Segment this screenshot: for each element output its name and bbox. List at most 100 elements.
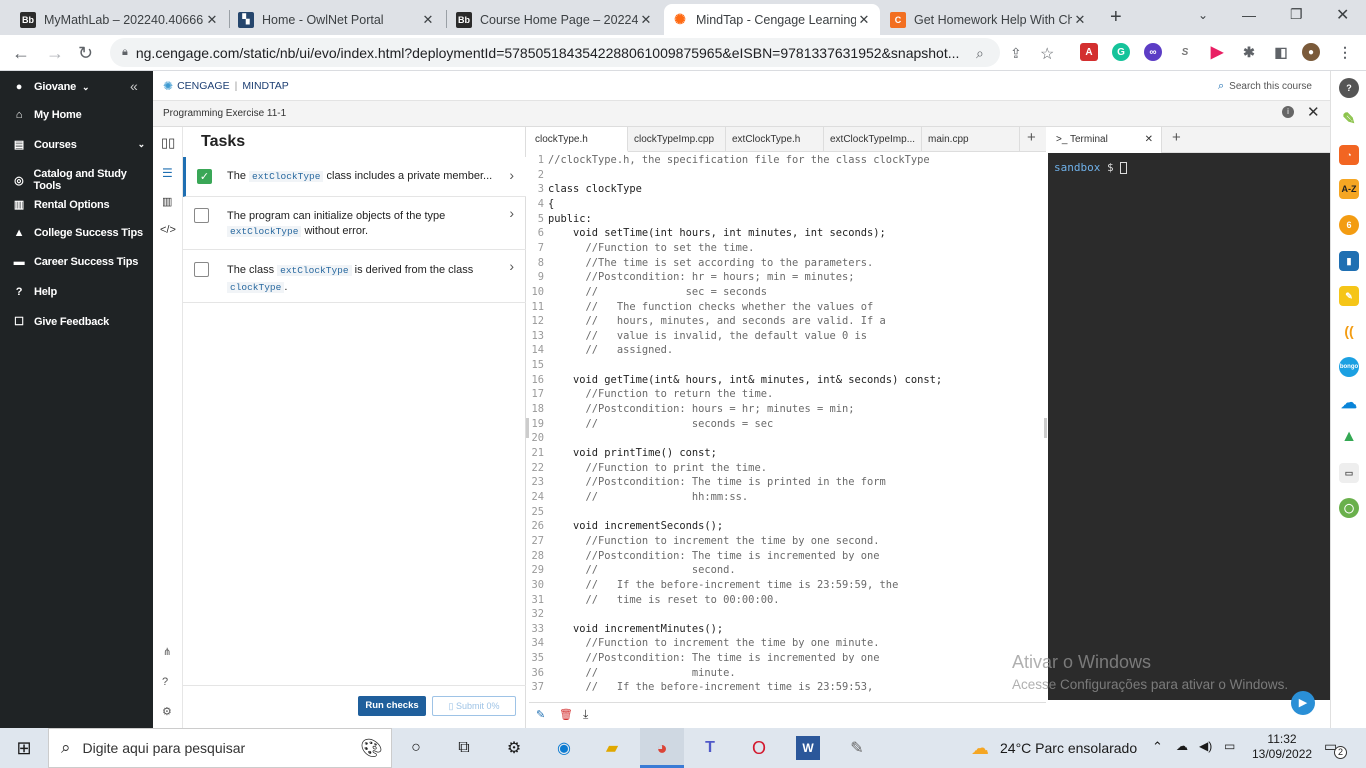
dictionary-app-icon[interactable]: A-Z [1339, 179, 1359, 199]
sidebar-item-courses[interactable]: ▤ Courses ⌄ [12, 138, 145, 152]
submit-button[interactable]: ▯ Submit 0% [432, 696, 516, 716]
user-menu[interactable]: ● Giovane ⌄ [12, 81, 90, 93]
system-clock[interactable]: 11:32 13/09/2022 [1252, 732, 1312, 762]
pencil-app-icon[interactable]: ✎ [1339, 109, 1359, 129]
google-drive-app-icon[interactable]: ▲ [1339, 427, 1359, 447]
browser-tab[interactable]: C Get Homework Help With Ch ✕ [882, 4, 1096, 35]
url-bar[interactable]: 🔒︎ ng.cengage.com/static/nb/ui/evo/index… [110, 38, 1000, 67]
browser-tab[interactable]: Bb Course Home Page – 202240 ✕ [448, 4, 662, 35]
chrome-icon[interactable]: ◕ [650, 736, 674, 760]
browser-tab-active[interactable]: ✺ MindTap - Cengage Learning ✕ [664, 4, 880, 35]
cortana-icon[interactable]: ○ [404, 736, 428, 760]
windows-start-icon[interactable]: ⊞ [12, 736, 36, 760]
bongo-app-icon[interactable]: bongo [1339, 357, 1359, 377]
run-checks-button[interactable]: Run checks [358, 696, 426, 716]
opera-icon[interactable]: O [747, 736, 771, 760]
new-terminal-icon[interactable]: + [1172, 129, 1181, 146]
zoom-icon[interactable]: ⌕ [976, 45, 984, 62]
collapse-sidebar-icon[interactable]: « [130, 78, 138, 94]
close-tab-icon[interactable]: ✕ [204, 12, 220, 28]
help-circle-icon[interactable]: ? [1339, 78, 1359, 98]
book-open-icon[interactable]: ▯▯ [161, 135, 175, 151]
audio-app-icon[interactable]: (( [1339, 321, 1359, 341]
add-file-icon[interactable]: + [1027, 129, 1036, 146]
course-search[interactable]: ⌕ Search this course [1218, 80, 1312, 93]
rss-app-icon[interactable]: ◔ [1339, 145, 1359, 165]
share-nodes-icon[interactable]: ⋔ [163, 647, 171, 658]
sidebar-item-career-tips[interactable]: ▬ Career Success Tips [12, 256, 139, 268]
grammarly-extension-icon[interactable]: G [1112, 43, 1130, 61]
browser-menu-icon[interactable]: ⋮ [1336, 43, 1354, 61]
task-list-icon[interactable]: ☰ [162, 166, 173, 180]
sidebar-item-rental[interactable]: ▥ Rental Options [12, 198, 110, 212]
side-panel-icon[interactable]: ◧ [1272, 43, 1290, 61]
info-icon[interactable]: i [1282, 106, 1294, 118]
reload-icon[interactable]: ↻ [78, 43, 93, 64]
close-terminal-icon[interactable]: ✕ [1145, 127, 1153, 153]
keyboard-icon[interactable]: ▭ [1224, 739, 1235, 753]
readspeaker-app-icon[interactable]: 6 [1339, 215, 1359, 235]
adobe-pdf-extension-icon[interactable]: A [1080, 43, 1098, 61]
edit-pencil-icon[interactable]: ✎ [536, 708, 545, 721]
share-icon[interactable]: ⇪ [1010, 45, 1022, 62]
notes-app-icon[interactable]: ✎ [1339, 286, 1359, 306]
task-checkbox[interactable] [194, 262, 209, 277]
task-item[interactable]: The program can initialize objects of th… [183, 197, 526, 250]
delete-trash-icon[interactable]: 🗑︎ [559, 708, 573, 721]
panel-resize-handle[interactable] [1044, 418, 1047, 438]
terminal-tab[interactable]: >_ Terminal ✕ [1048, 127, 1162, 153]
ebook-app-icon[interactable]: ▮ [1339, 251, 1359, 271]
sidebar-item-my-home[interactable]: ⌂ My Home [12, 109, 82, 121]
play-media-icon[interactable]: ▶ [1291, 691, 1315, 715]
weather-icon[interactable]: ☁ [968, 736, 992, 760]
close-window-icon[interactable]: ✕ [1336, 5, 1349, 25]
editor-tab[interactable]: extClockType.h [726, 127, 824, 152]
close-tab-icon[interactable]: ✕ [856, 12, 872, 28]
back-icon[interactable]: ← [12, 43, 30, 64]
task-view-icon[interactable]: ⧉ [452, 736, 476, 760]
code-icon[interactable]: </> [160, 224, 176, 236]
sidebar-item-feedback[interactable]: ☐ Give Feedback [12, 315, 109, 329]
weather-text[interactable]: 24°C Parc ensolarado [1000, 740, 1137, 756]
close-tab-icon[interactable]: ✕ [638, 12, 654, 28]
editor-tab[interactable]: main.cpp [922, 127, 1020, 152]
browser-tab[interactable]: ▚ Home - OwlNet Portal ✕ [230, 4, 444, 35]
browser-tab[interactable]: Bb MyMathLab – 202240.40666 ✕ [12, 4, 228, 35]
profile-avatar[interactable]: ● [1302, 43, 1320, 61]
volume-icon[interactable]: ◀) [1199, 739, 1212, 753]
tray-chevron-up-icon[interactable]: ⌃ [1152, 739, 1163, 755]
close-tab-icon[interactable]: ✕ [420, 12, 436, 28]
editor-tab-active[interactable]: clockType.h [529, 127, 628, 152]
minimize-icon[interactable]: — [1242, 7, 1256, 23]
s-extension-icon[interactable]: S [1176, 43, 1194, 61]
network-icon[interactable]: ☁ [1176, 739, 1188, 753]
editor-tab[interactable]: extClockTypeImp... [824, 127, 922, 152]
teams-icon[interactable]: T [698, 736, 722, 760]
taskbar-search[interactable]: ⌕ Digite aqui para pesquisar 🎨︎ [48, 728, 392, 768]
settings-gear-icon[interactable]: ⚙ [162, 705, 172, 718]
edge-browser-icon[interactable]: ◉ [552, 736, 576, 760]
code-editor[interactable]: 1 //clockType.h, the specification file f… [529, 152, 1046, 702]
settings-icon[interactable]: ⚙ [502, 736, 526, 760]
download-icon[interactable]: ⤓ [583, 707, 588, 722]
editor-tab[interactable]: clockTypeImp.cpp [628, 127, 726, 152]
task-checkbox[interactable] [194, 208, 209, 223]
task-item[interactable]: The class extClockType is derived from t… [183, 250, 526, 303]
chart-icon[interactable]: ▥ [162, 195, 172, 208]
help-small-icon[interactable]: ? [162, 676, 168, 688]
terminal-output[interactable]: sandbox $ [1048, 153, 1330, 700]
forward-icon[interactable]: → [46, 43, 64, 64]
play-extension-icon[interactable]: ▶ [1208, 43, 1226, 61]
paint-icon[interactable]: ✎ [845, 736, 869, 760]
new-tab-icon[interactable]: + [1110, 6, 1122, 29]
word-icon[interactable]: W [796, 736, 820, 760]
close-tab-icon[interactable]: ✕ [1072, 12, 1088, 28]
sidebar-item-college-tips[interactable]: ▲ College Success Tips [12, 227, 143, 239]
restore-icon[interactable]: ❐ [1290, 6, 1303, 23]
flashcards-app-icon[interactable]: ▭ [1339, 463, 1359, 483]
progress-app-icon[interactable]: ◯ [1339, 498, 1359, 518]
tab-search-icon[interactable]: ⌄ [1198, 8, 1208, 22]
task-item[interactable]: ✓ The extClockType class includes a priv… [183, 157, 526, 197]
bookmark-star-icon[interactable]: ☆ [1040, 44, 1054, 64]
onedrive-app-icon[interactable]: ☁ [1339, 393, 1359, 413]
